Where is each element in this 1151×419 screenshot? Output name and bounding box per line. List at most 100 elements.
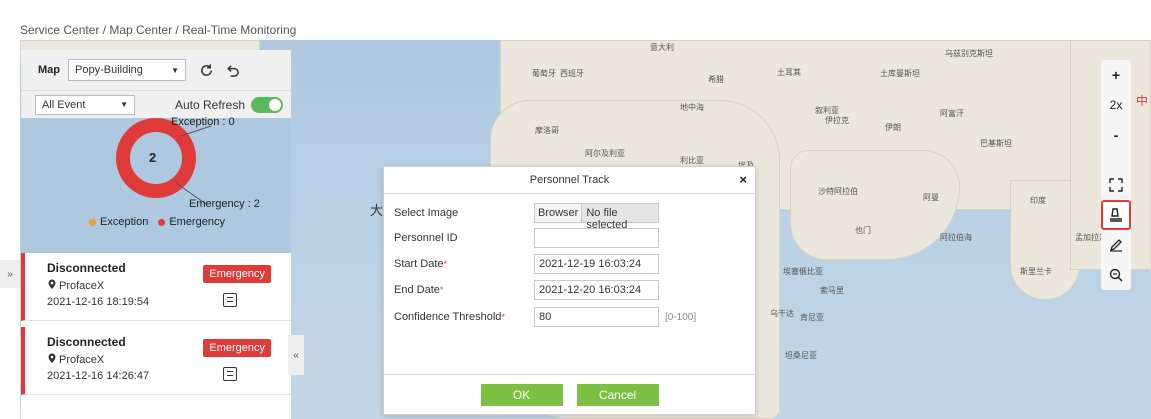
personnel-track-dialog: Personnel Track × Select Image Browser N… bbox=[383, 166, 756, 415]
map-label: 希腊 bbox=[708, 75, 724, 84]
details-icon[interactable] bbox=[223, 293, 237, 307]
event-select-value: All Event bbox=[42, 98, 86, 111]
location-pin-icon bbox=[47, 279, 57, 293]
expand-left-icon[interactable]: » bbox=[0, 260, 20, 288]
event-chart: 2 Exception : 0 Emergency : 2 Exception … bbox=[21, 116, 291, 253]
dialog-header: Personnel Track × bbox=[384, 167, 755, 194]
breadcrumb: Service Center / Map Center / Real-Time … bbox=[0, 0, 1151, 40]
location-pin-icon bbox=[47, 353, 57, 367]
file-status: No file selected bbox=[582, 204, 658, 231]
auto-refresh-label: Auto Refresh bbox=[174, 97, 245, 112]
alarm-time: 2021-12-16 14:26:47 bbox=[47, 370, 150, 382]
required-mark: * bbox=[443, 259, 448, 269]
personnel-id-label: Personnel ID bbox=[394, 232, 458, 244]
ok-button[interactable]: OK bbox=[480, 383, 563, 406]
map-toolbar: + 2x - bbox=[1101, 60, 1131, 290]
map-label: 伊拉克 bbox=[825, 116, 849, 125]
event-filter-row: All Event ▼ Auto Refresh bbox=[21, 90, 291, 118]
personnel-track-icon[interactable] bbox=[1101, 200, 1131, 230]
end-date-row: End Date* 2021-12-20 16:03:24 bbox=[394, 280, 659, 300]
left-panel: Map Popy-Building ▼ All Event ▼ Auto Ref… bbox=[21, 50, 291, 419]
alarm-badge: Emergency bbox=[203, 339, 271, 357]
start-date-row: Start Date* 2021-12-19 16:03:24 bbox=[394, 254, 659, 274]
map-select-value: Popy-Building bbox=[75, 64, 143, 76]
map-label: 乌兹别克斯坦 bbox=[945, 49, 993, 58]
map-label: 阿拉伯海 bbox=[940, 233, 972, 242]
file-input[interactable]: Browser No file selected bbox=[534, 203, 659, 231]
close-icon[interactable]: × bbox=[739, 172, 747, 187]
personnel-id-row: Personnel ID bbox=[394, 228, 659, 248]
map-label: 也门 bbox=[855, 226, 871, 235]
edit-icon[interactable] bbox=[1101, 230, 1131, 260]
map-label: 阿富汗 bbox=[940, 109, 964, 118]
select-image-row: Select Image Browser No file selected bbox=[394, 203, 659, 231]
zoom-level-button[interactable]: 2x bbox=[1101, 90, 1131, 120]
chart-legend: Exception Emergency bbox=[89, 216, 225, 228]
confidence-range: [0-100] bbox=[665, 311, 697, 323]
map-label: 土耳其 bbox=[777, 68, 801, 77]
confidence-row: Confidence Threshold* 80 [0-100] bbox=[394, 307, 696, 327]
map-label: 地中海 bbox=[680, 103, 704, 112]
land-arabia bbox=[790, 150, 960, 260]
undo-icon[interactable] bbox=[222, 60, 242, 80]
dialog-title: Personnel Track bbox=[529, 174, 610, 186]
map-label: 葡萄牙 bbox=[532, 69, 556, 78]
end-date-label: End Date* bbox=[394, 284, 444, 296]
dropdown-arrow-icon: ▼ bbox=[120, 100, 128, 109]
map-label: 阿尔及利亚 bbox=[585, 149, 625, 158]
map-label: 土库曼斯坦 bbox=[880, 69, 920, 78]
chart-label-exception: Exception : 0 bbox=[171, 116, 235, 128]
map-label: 西班牙 bbox=[560, 69, 584, 78]
dialog-footer: OK Cancel bbox=[384, 374, 755, 414]
select-image-label: Select Image bbox=[394, 207, 459, 219]
legend-label-exception: Exception bbox=[100, 216, 149, 228]
start-date-input[interactable]: 2021-12-19 16:03:24 bbox=[534, 254, 659, 274]
fullscreen-icon[interactable] bbox=[1101, 170, 1131, 200]
alarm-item[interactable]: Disconnected ProfaceX 2021-12-16 14:26:4… bbox=[21, 327, 291, 395]
map-label: 斯里兰卡 bbox=[1020, 267, 1052, 276]
map-label: 坦桑尼亚 bbox=[785, 351, 817, 360]
map-select[interactable]: Popy-Building ▼ bbox=[68, 59, 186, 81]
alarm-item[interactable]: Disconnected ProfaceX 2021-12-16 18:19:5… bbox=[21, 253, 291, 321]
map-label: 中 bbox=[1136, 94, 1149, 108]
refresh-icon[interactable] bbox=[196, 60, 216, 80]
browse-button[interactable]: Browser bbox=[535, 204, 583, 222]
map-label: 巴基斯坦 bbox=[980, 139, 1012, 148]
auto-refresh-toggle[interactable] bbox=[251, 96, 283, 113]
map-label: 肯尼亚 bbox=[800, 313, 824, 322]
map-label: 意大利 bbox=[650, 43, 674, 52]
map-label: 索马里 bbox=[820, 286, 844, 295]
end-date-input[interactable]: 2021-12-20 16:03:24 bbox=[534, 280, 659, 300]
map-label: 印度 bbox=[1030, 196, 1046, 205]
zoom-out-button[interactable]: - bbox=[1101, 120, 1131, 150]
search-zoom-icon[interactable] bbox=[1101, 260, 1131, 290]
map-label: 乌干达 bbox=[770, 309, 794, 318]
alarm-badge: Emergency bbox=[203, 265, 271, 283]
chart-label-emergency: Emergency : 2 bbox=[189, 198, 260, 210]
dropdown-arrow-icon: ▼ bbox=[171, 65, 179, 75]
map-label: 利比亚 bbox=[680, 156, 704, 165]
confidence-label: Confidence Threshold* bbox=[394, 311, 505, 323]
map-label: 沙特阿拉伯 bbox=[818, 187, 858, 196]
cancel-button[interactable]: Cancel bbox=[576, 383, 659, 406]
chart-center-value: 2 bbox=[149, 150, 157, 165]
event-select[interactable]: All Event ▼ bbox=[35, 94, 135, 115]
map-label-text: Map bbox=[38, 64, 60, 76]
legend-label-emergency: Emergency bbox=[169, 216, 225, 228]
map-select-row: Map Popy-Building ▼ bbox=[21, 50, 291, 90]
personnel-id-input[interactable] bbox=[534, 228, 659, 248]
legend-dot-emergency bbox=[158, 218, 166, 226]
start-date-label: Start Date* bbox=[394, 258, 448, 270]
required-mark: * bbox=[439, 285, 444, 295]
collapse-panel-icon[interactable]: « bbox=[288, 335, 304, 375]
zoom-in-button[interactable]: + bbox=[1101, 60, 1131, 90]
details-icon[interactable] bbox=[223, 367, 237, 381]
confidence-input[interactable]: 80 bbox=[534, 307, 659, 327]
required-mark: * bbox=[501, 312, 505, 322]
map-label: 埃塞俄比亚 bbox=[783, 267, 823, 276]
map-label: 摩洛哥 bbox=[535, 126, 559, 135]
alarm-device-name: ProfaceX bbox=[59, 280, 105, 292]
map-label: 阿曼 bbox=[923, 193, 939, 202]
alarm-time: 2021-12-16 18:19:54 bbox=[47, 296, 150, 308]
map-label: 伊朗 bbox=[885, 123, 901, 132]
